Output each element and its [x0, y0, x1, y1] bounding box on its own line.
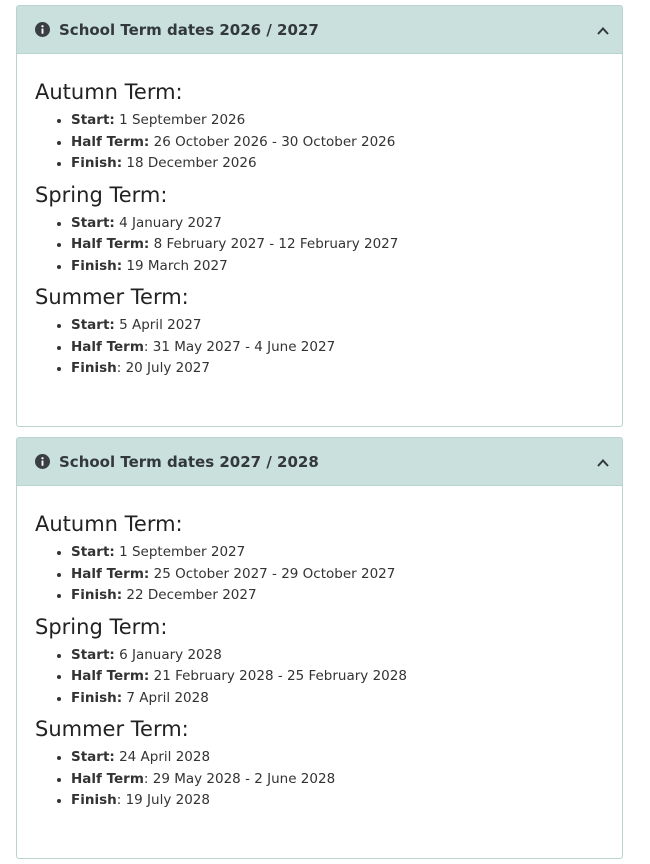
item-label: Finish: [71, 155, 123, 171]
item-label: Finish [71, 360, 117, 376]
item-label: Start: [71, 214, 115, 231]
item-value: 24 April 2028 [114, 749, 211, 765]
list-item: Finish: 19 July 2028 [71, 790, 604, 812]
item-label: Start: [71, 749, 115, 765]
item-value: 22 December 2027 [122, 587, 257, 603]
term-dates-panel-2027-2028: School Term dates 2027 / 2028 Autumn Ter… [16, 437, 623, 859]
item-value: 19 March 2027 [122, 257, 228, 274]
item-value: 7 April 2028 [122, 689, 209, 706]
chevron-up-icon[interactable] [596, 455, 610, 469]
item-value: 6 January 2028 [114, 646, 222, 663]
item-label: Half Term [71, 770, 144, 787]
item-value: 4 January 2027 [114, 214, 222, 231]
list-item: Start: 1 September 2026 [71, 110, 604, 132]
term-date-list: Start: 24 April 2028 Half Term: 29 May 2… [35, 747, 604, 812]
item-value: : 19 July 2028 [116, 792, 210, 808]
spring-term: Spring Term: Start: 6 January 2028 Half … [35, 613, 604, 710]
list-item: Half Term: 25 October 2027 - 29 October … [71, 564, 604, 586]
panel-body: Autumn Term: Start: 1 September 2026 Hal… [17, 54, 622, 380]
panel-header-toggle[interactable]: School Term dates 2026 / 2027 [17, 6, 622, 54]
list-item: Start: 5 April 2027 [71, 315, 604, 337]
item-value: : 29 May 2028 - 2 June 2028 [143, 770, 336, 787]
autumn-term: Autumn Term: Start: 1 September 2027 Hal… [35, 510, 604, 607]
term-date-list: Start: 6 January 2028 Half Term: 21 Febr… [35, 645, 604, 710]
list-item: Start: 6 January 2028 [71, 645, 604, 667]
item-value: 1 September 2026 [114, 112, 246, 128]
item-value: 26 October 2026 - 30 October 2026 [149, 133, 396, 150]
term-date-list: Start: 4 January 2027 Half Term: 8 Febru… [35, 213, 604, 278]
list-item: Half Term: 21 February 2028 - 25 Februar… [71, 666, 604, 688]
spring-term: Spring Term: Start: 4 January 2027 Half … [35, 181, 604, 278]
list-item: Finish: 7 April 2028 [71, 688, 604, 710]
list-item: Finish: 22 December 2027 [71, 585, 604, 607]
autumn-term: Autumn Term: Start: 1 September 2026 Hal… [35, 78, 604, 175]
term-title: Autumn Term: [35, 512, 183, 536]
term-dates-panel-2026-2027: School Term dates 2026 / 2027 Autumn Ter… [16, 5, 623, 427]
item-value: : 31 May 2027 - 4 June 2027 [143, 338, 336, 355]
term-date-list: Start: 1 September 2026 Half Term: 26 Oc… [35, 110, 604, 175]
list-item: Finish: 20 July 2027 [71, 358, 604, 380]
info-circle-icon [35, 22, 50, 37]
item-label: Half Term: [71, 236, 150, 252]
item-value: 18 December 2026 [122, 155, 257, 171]
chevron-up-icon[interactable] [596, 23, 610, 37]
item-label: Start: [71, 112, 115, 128]
item-label: Finish: [71, 257, 123, 274]
term-date-list: Start: 5 April 2027 Half Term: 31 May 20… [35, 315, 604, 380]
term-title: Spring Term: [35, 614, 168, 639]
term-title: Summer Term: [35, 717, 189, 741]
panel-body: Autumn Term: Start: 1 September 2027 Hal… [17, 486, 622, 812]
item-value: 1 September 2027 [114, 544, 246, 560]
list-item: Start: 1 September 2027 [71, 542, 604, 564]
item-label: Start: [71, 646, 115, 663]
term-title: Autumn Term: [35, 80, 183, 104]
item-value: 25 October 2027 - 29 October 2027 [149, 565, 396, 582]
list-item: Start: 4 January 2027 [71, 213, 604, 235]
item-label: Half Term: [71, 668, 150, 684]
summer-term: Summer Term: Start: 24 April 2028 Half T… [35, 715, 604, 812]
item-value: 21 February 2028 - 25 February 2028 [149, 668, 407, 684]
list-item: Half Term: 29 May 2028 - 2 June 2028 [71, 769, 604, 791]
item-value: : 20 July 2027 [116, 360, 210, 376]
item-label: Start: [71, 317, 115, 333]
item-label: Half Term [71, 338, 144, 355]
list-item: Finish: 18 December 2026 [71, 153, 604, 175]
item-value: 8 February 2027 - 12 February 2027 [149, 236, 399, 252]
panel-title: School Term dates 2027 / 2028 [59, 452, 319, 471]
item-label: Finish [71, 792, 117, 808]
item-label: Finish: [71, 689, 123, 706]
summer-term: Summer Term: Start: 5 April 2027 Half Te… [35, 283, 604, 380]
panel-title: School Term dates 2026 / 2027 [59, 20, 319, 39]
info-circle-icon [35, 454, 50, 469]
list-item: Half Term: 26 October 2026 - 30 October … [71, 132, 604, 154]
term-title: Spring Term: [35, 182, 168, 207]
item-label: Half Term: [71, 565, 150, 582]
list-item: Half Term: 31 May 2027 - 4 June 2027 [71, 337, 604, 359]
list-item: Start: 24 April 2028 [71, 747, 604, 769]
item-value: 5 April 2027 [114, 317, 202, 333]
list-item: Finish: 19 March 2027 [71, 256, 604, 278]
item-label: Half Term: [71, 133, 150, 150]
item-label: Start: [71, 544, 115, 560]
term-date-list: Start: 1 September 2027 Half Term: 25 Oc… [35, 542, 604, 607]
list-item: Half Term: 8 February 2027 - 12 February… [71, 234, 604, 256]
panel-header-toggle[interactable]: School Term dates 2027 / 2028 [17, 438, 622, 486]
term-title: Summer Term: [35, 285, 189, 309]
item-label: Finish: [71, 587, 123, 603]
